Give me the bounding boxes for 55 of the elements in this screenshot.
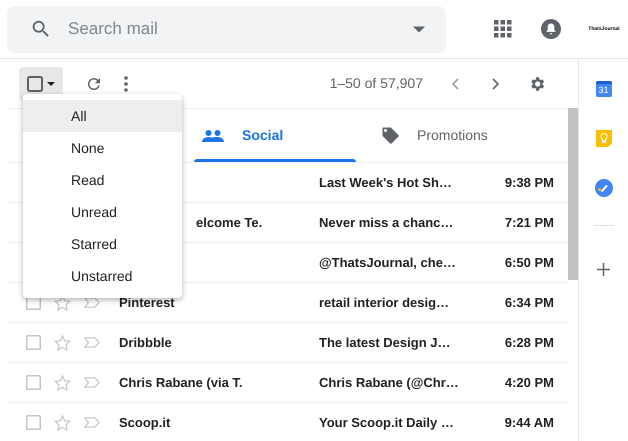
checkbox[interactable] <box>26 335 41 350</box>
star-icon[interactable] <box>54 414 71 430</box>
email-subject: The latest Design J… <box>319 334 450 352</box>
bell-icon[interactable] <box>541 19 561 39</box>
email-time: 6:50 PM <box>504 254 554 272</box>
menu-item[interactable]: Unread <box>23 196 182 228</box>
checkbox-icon <box>27 76 43 92</box>
caret-icon <box>47 82 55 86</box>
tab[interactable]: Promotions <box>356 109 568 162</box>
tab[interactable]: Social <box>194 109 356 162</box>
chevron-right-icon[interactable] <box>492 78 499 90</box>
checkbox[interactable] <box>26 415 41 430</box>
email-time: 9:38 PM <box>504 174 554 192</box>
search-input[interactable]: Search mail <box>68 16 413 42</box>
chevron-left-icon[interactable] <box>452 78 459 90</box>
calendar-icon[interactable]: 31 <box>596 81 612 97</box>
menu-item[interactable]: None <box>23 132 182 164</box>
menu-item[interactable]: Starred <box>23 228 182 260</box>
importance-marker-icon[interactable] <box>84 377 100 388</box>
sender-name: Pinterest <box>119 294 175 310</box>
star-icon[interactable] <box>54 374 71 390</box>
plus-icon[interactable] <box>597 263 610 276</box>
email-subject: retail interior desig… <box>319 294 450 312</box>
importance-marker-icon[interactable] <box>84 417 100 428</box>
lightbulb-icon[interactable] <box>596 130 612 147</box>
email-subject: Chris Rabane (@Chr… <box>319 374 459 392</box>
checkmark-circle-icon[interactable] <box>594 179 612 197</box>
email-subject: @ThatsJournal, che… <box>319 254 456 272</box>
pagination-range: 1–50 of 57,907 <box>330 74 423 93</box>
email-subject: Your Scoop.it Daily … <box>319 414 454 432</box>
sender-name: Dribbble <box>119 334 172 350</box>
search-field[interactable]: Search mail <box>7 6 446 52</box>
sender-name: Chris Rabane (via T. <box>119 374 243 390</box>
email-time: 6:34 PM <box>504 294 554 312</box>
tag-icon <box>382 127 399 144</box>
apps-grid-icon[interactable] <box>494 20 512 38</box>
scrollbar[interactable] <box>568 108 578 280</box>
menu-item[interactable]: All <box>23 100 182 132</box>
email-time: 6:28 PM <box>504 334 554 352</box>
email-time: 4:20 PM <box>504 374 554 392</box>
checkbox[interactable] <box>26 375 41 390</box>
menu-item[interactable]: Read <box>23 164 182 196</box>
sender-name: Scoop.it <box>119 414 170 430</box>
email-subject: Last Week's Hot Sh… <box>319 174 452 192</box>
email-subject: Never miss a chanc… <box>319 214 454 232</box>
importance-marker-icon[interactable] <box>84 337 100 348</box>
email-time: 9:44 AM <box>504 414 554 432</box>
more-icon[interactable] <box>124 76 128 92</box>
star-icon[interactable] <box>54 334 71 350</box>
sender-name: elcome Te. <box>196 214 262 230</box>
caret-icon[interactable] <box>413 26 425 32</box>
menu-item[interactable]: Unstarred <box>23 260 182 292</box>
importance-marker-icon[interactable] <box>84 297 100 308</box>
email-time: 7:21 PM <box>504 214 554 232</box>
people-icon <box>202 130 224 142</box>
